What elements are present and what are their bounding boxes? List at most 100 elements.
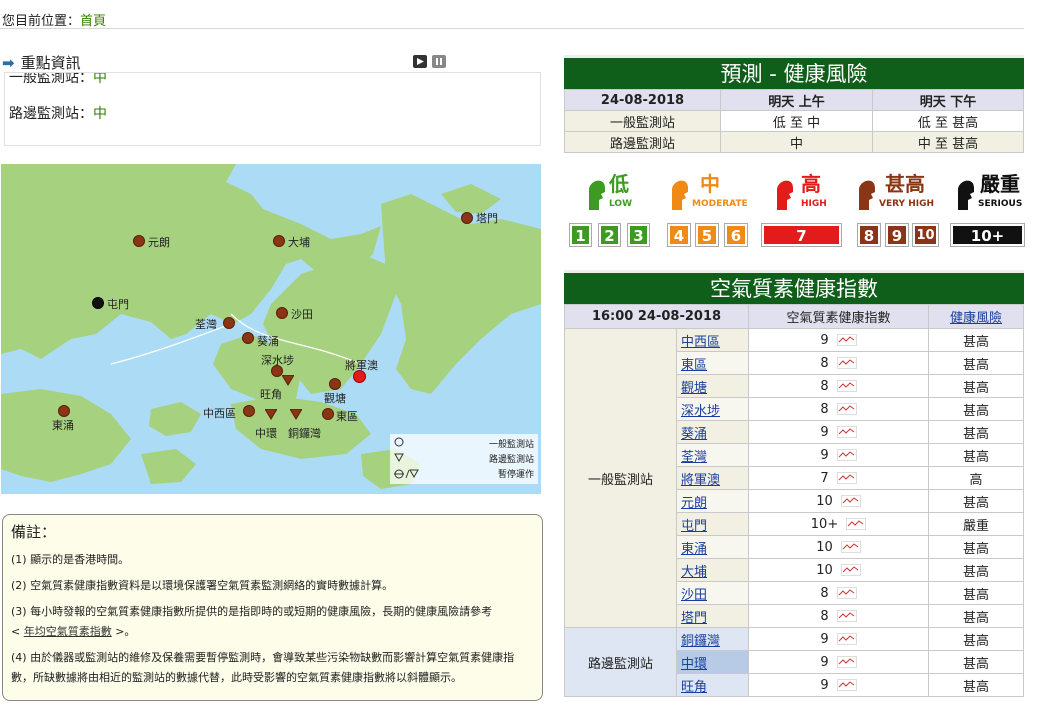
remark-note-2: (2) 空氣質素健康指數資料是以環境保護署空氣質素監測網絡的實時數據計算。 <box>11 579 394 592</box>
map-station-label: 旺角 <box>260 388 282 401</box>
aqhi-index-value: 8 <box>820 401 829 417</box>
trend-chart-icon[interactable] <box>836 472 857 484</box>
legend-general-label: 一般監測站 <box>488 440 534 450</box>
aqhi-index-value: 8 <box>820 608 829 624</box>
aqhi-station-link[interactable]: 荃灣 <box>681 450 707 465</box>
map-station-kwun-tong[interactable]: 觀塘 <box>324 378 346 405</box>
aqhi-station-name-cell: 東區 <box>676 351 749 375</box>
station-dot-icon <box>276 307 288 319</box>
aqhi-risk-value: 甚高 <box>928 328 1024 352</box>
aqhi-index-cell: 10 <box>748 489 929 513</box>
map-station-mong-kok[interactable]: 旺角 <box>260 374 295 401</box>
aqhi-station-link[interactable]: 東涌 <box>681 542 707 557</box>
face-profile-icon <box>589 180 605 210</box>
aqhi-station-link[interactable]: 沙田 <box>681 588 707 603</box>
forecast-am-value: 低 至 中 <box>720 110 873 132</box>
aqhi-station-link[interactable]: 中環 <box>681 657 707 672</box>
trend-chart-icon[interactable] <box>840 564 861 576</box>
trend-chart-icon[interactable] <box>836 656 857 668</box>
remark-note-3: (3) 每小時發報的空氣質素健康指數所提供的是指即時的或短期的健康風險，長期的健… <box>11 602 534 642</box>
map-station-tai-po[interactable]: 大埔 <box>273 235 310 251</box>
aqhi-risk-value: 甚高 <box>928 627 1024 651</box>
aqhi-level-9: 9 <box>885 223 909 247</box>
aqhi-station-link[interactable]: 銅鑼灣 <box>681 634 720 649</box>
map-station-tseung-kwan-o[interactable]: 將軍澳 <box>345 359 378 387</box>
map-station-yuen-long[interactable]: 元朗 <box>133 235 170 251</box>
news-title: 重點資訊 <box>20 54 81 72</box>
map-station-tsuen-wan[interactable]: 荃灣 <box>195 317 235 333</box>
news-item-value: 中 <box>93 72 107 86</box>
station-dot-icon <box>92 297 104 309</box>
aqhi-station-link[interactable]: 大埔 <box>681 565 707 580</box>
forecast-row-general: 一般監測站 低 至 中 低 至 甚高 <box>564 110 1024 132</box>
forecast-row-roadside: 路邊監測站 中 中 至 甚高 <box>564 131 1024 153</box>
news-item-value: 中 <box>93 106 107 122</box>
aqhi-index-cell: 9 <box>748 673 929 697</box>
news-item: 一般監測站：中 <box>9 72 107 87</box>
aqhi-station-link[interactable]: 東區 <box>681 358 707 373</box>
aqhi-index-value: 9 <box>820 332 829 348</box>
station-dot-icon <box>223 317 235 329</box>
aqhi-index-value: 9 <box>820 677 829 693</box>
aqhi-index-cell: 10 <box>748 535 929 559</box>
map-station-label: 沙田 <box>291 308 313 321</box>
risk-category-zh: 甚高 <box>885 172 925 196</box>
trend-chart-icon[interactable] <box>836 449 857 461</box>
remark-link-prefix: < <box>11 625 24 638</box>
map-station-tuen-mun[interactable]: 屯門 <box>92 297 129 313</box>
station-dot-icon <box>322 408 334 420</box>
aqhi-station-name-cell: 旺角 <box>676 673 749 697</box>
breadcrumb-home-link[interactable]: 首頁 <box>80 14 106 29</box>
trend-chart-icon[interactable] <box>840 495 861 507</box>
aqhi-station-link[interactable]: 葵涌 <box>681 427 707 442</box>
trend-chart-icon[interactable] <box>836 403 857 415</box>
station-dot-icon <box>242 332 254 344</box>
forecast-table: 24-08-2018 明天 上午 明天 下午 一般監測站 低 至 中 低 至 甚… <box>564 89 1024 153</box>
map-station-label: 中環 <box>255 427 277 440</box>
trend-chart-icon[interactable] <box>836 679 857 691</box>
trend-chart-icon[interactable] <box>836 380 857 392</box>
map-station-eastern[interactable]: 東區 <box>322 408 358 424</box>
trend-chart-icon[interactable] <box>836 633 857 645</box>
map-station-tap-mun[interactable]: 塔門 <box>461 212 498 228</box>
aqhi-station-link[interactable]: 深水埗 <box>681 404 720 419</box>
station-map[interactable]: 塔門 元朗 大埔 屯門 荃灣 沙田 葵涌 深水埗 將軍澳 旺角 觀塘 東涌 中西… <box>1 164 541 494</box>
map-station-tung-chung[interactable]: 東涌 <box>52 405 74 432</box>
map-station-causeway-bay[interactable]: 銅鑼灣 <box>288 408 321 440</box>
aqhi-station-name-cell: 中環 <box>676 650 749 674</box>
aqhi-level-8: 8 <box>857 223 881 247</box>
trend-chart-icon[interactable] <box>846 518 867 530</box>
aqhi-station-link[interactable]: 塔門 <box>681 611 707 626</box>
aqhi-col-risk-link[interactable]: 健康風險 <box>928 304 1024 329</box>
aqhi-col-risk[interactable]: 健康風險 <box>950 311 1002 326</box>
map-station-label: 銅鑼灣 <box>288 427 321 440</box>
trend-chart-icon[interactable] <box>836 334 857 346</box>
aqhi-station-link[interactable]: 旺角 <box>681 680 707 695</box>
aqhi-group-label: 路邊監測站 <box>564 627 677 697</box>
trend-chart-icon[interactable] <box>836 357 857 369</box>
aqhi-station-link[interactable]: 中西區 <box>681 335 720 350</box>
annual-aqi-link[interactable]: 年均空氣質素指數 <box>24 625 112 638</box>
trend-chart-icon[interactable] <box>836 426 857 438</box>
pause-button[interactable] <box>432 55 446 68</box>
aqhi-index-value: 10+ <box>810 516 839 532</box>
aqhi-station-link[interactable]: 屯門 <box>681 519 707 534</box>
forecast-col-pm: 明天 下午 <box>872 89 1024 111</box>
aqhi-station-link[interactable]: 元朗 <box>681 496 707 511</box>
map-station-central-western[interactable]: 中西區 <box>203 405 255 421</box>
trend-chart-icon[interactable] <box>840 541 861 553</box>
map-station-central[interactable]: 中環 <box>255 408 278 440</box>
aqhi-station-name-cell: 荃灣 <box>676 443 749 467</box>
news-item-label: 路邊監測站： <box>9 106 93 122</box>
trend-chart-icon[interactable] <box>836 587 857 599</box>
map-station-sha-tin[interactable]: 沙田 <box>276 307 313 323</box>
aqhi-index-cell: 9 <box>748 627 929 651</box>
station-dot-icon <box>329 378 341 390</box>
aqhi-station-link[interactable]: 觀塘 <box>681 381 707 396</box>
aqhi-station-name-cell: 將軍澳 <box>676 466 749 490</box>
face-profile-icon <box>672 180 688 210</box>
trend-chart-icon[interactable] <box>836 610 857 622</box>
map-station-kwai-chung[interactable]: 葵涌 <box>242 332 279 348</box>
aqhi-station-link[interactable]: 將軍澳 <box>681 473 720 488</box>
play-button[interactable] <box>413 55 427 68</box>
